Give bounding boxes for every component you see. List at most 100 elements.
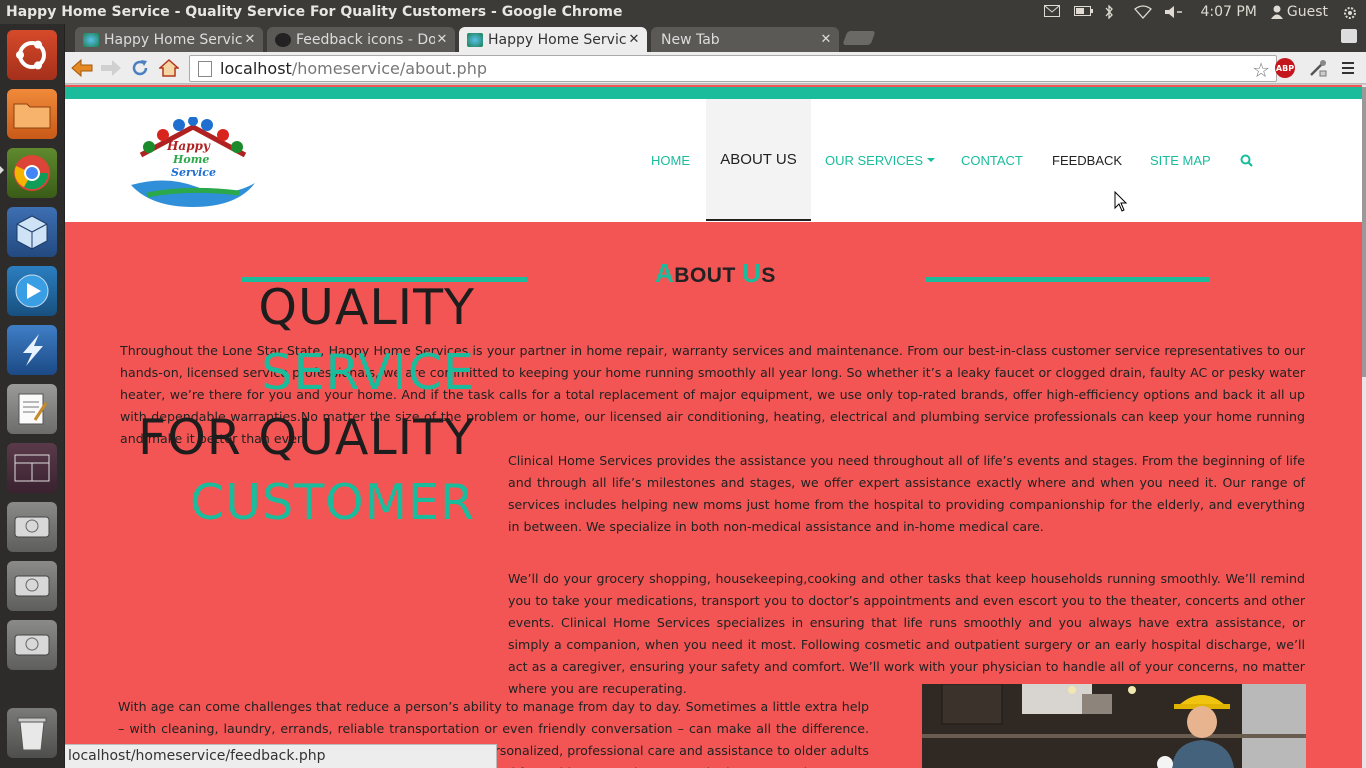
ubuntu-logo-icon [16,40,46,70]
text-editor-launcher[interactable] [7,384,57,434]
slogan-line-1: QUALITY [258,279,475,336]
workspace-switcher-launcher[interactable] [7,443,57,493]
extension-icon[interactable] [1308,58,1328,78]
storm-launcher[interactable] [7,325,57,375]
close-icon[interactable]: ✕ [243,32,257,47]
profile-icon[interactable] [1341,29,1357,43]
about-us-title: ABOUT US [655,258,776,288]
virtualbox-launcher[interactable] [7,207,57,257]
reload-icon [132,60,148,76]
browser-toolbar: localhost/homeservice/about.php ☆ ABP [65,52,1366,84]
drive-launcher-2[interactable] [7,561,57,611]
slogan-line-2: SERVICE [261,344,475,401]
services-paragraph: Clinical Home Services provides the assi… [508,453,1305,534]
nav-search[interactable] [1240,99,1253,221]
page-viewport: Happy Home Service HOME ABOUT US OUR SER… [65,85,1362,768]
close-icon[interactable]: ✕ [435,32,449,47]
logo-word-service: Service [171,166,217,179]
chrome-icon [14,155,50,191]
tab-happy-home-active[interactable]: Happy Home Service ✕ [459,27,647,52]
files-launcher[interactable] [7,89,57,139]
slogan-line-3: FOR QUALITY [138,409,475,466]
adblock-icon[interactable]: ABP [1275,58,1295,78]
url-host: localhost [220,59,292,78]
status-bubble: localhost/homeservice/feedback.php [65,744,497,768]
tab-label: New Tab [661,31,720,48]
close-icon[interactable]: ✕ [627,32,641,47]
media-player-launcher[interactable] [7,266,57,316]
forward-button[interactable] [99,56,123,80]
battery-icon[interactable] [1074,5,1094,19]
back-button[interactable] [70,56,94,80]
tab-new-tab[interactable]: New Tab ✕ [651,27,839,52]
feedback-favicon [275,32,291,47]
nav-home[interactable]: HOME [651,99,690,221]
nav-about-us[interactable]: ABOUT US [706,99,811,221]
play-icon [15,274,49,308]
menu-icon[interactable] [1341,60,1355,74]
hard-drive-icon [14,634,50,656]
volume-icon[interactable] [1164,5,1183,19]
gear-icon[interactable] [1342,5,1358,19]
new-tab-button[interactable] [842,31,876,45]
heading-rule-right [925,277,1210,282]
user-name: Guest [1286,4,1328,20]
nav-site-map[interactable]: SITE MAP [1150,99,1211,221]
wifi-icon[interactable] [1134,5,1153,19]
drive-launcher-1[interactable] [7,502,57,552]
reload-button[interactable] [128,56,152,80]
cube-icon [16,215,48,250]
logo-word-happy: Happy [167,139,210,153]
back-arrow-icon [71,59,93,77]
browser-window: Happy Home Service ✕ Feedback icons - Do… [65,24,1366,768]
address-bar[interactable]: localhost/homeservice/about.php ☆ [189,55,1277,82]
window-title: Happy Home Service - Quality Service For… [6,4,623,20]
home-button[interactable] [157,56,181,80]
site-logo[interactable]: Happy Home Service [127,116,259,209]
folder-icon [13,103,51,129]
nav-feedback[interactable]: FEEDBACK [1052,99,1122,221]
scrollbar-thumb[interactable] [1362,87,1366,377]
close-icon[interactable]: ✕ [819,32,833,47]
tab-feedback-icons[interactable]: Feedback icons - Dow ✕ [267,27,455,52]
handyman-photo [922,684,1306,768]
tasks-paragraph: We’ll do your grocery shopping, housekee… [508,571,1305,696]
nav-contact[interactable]: CONTACT [961,99,1023,221]
nav-our-services-label: OUR SERVICES [825,152,924,168]
clock[interactable]: 4:07 PM [1194,4,1256,20]
notepad-icon [18,393,48,425]
tab-label: Happy Home Service [104,31,243,48]
bluetooth-icon[interactable] [1104,4,1120,20]
trash-launcher[interactable] [7,708,57,758]
site-header: Happy Home Service HOME ABOUT US OUR SER… [65,99,1362,222]
system-tray: 4:07 PM Guest [1044,4,1366,20]
drive-launcher-3[interactable] [7,620,57,670]
happy-home-favicon [83,32,99,47]
chrome-launcher[interactable] [7,148,57,198]
top-accent-bar [65,87,1362,99]
search-icon [1240,154,1253,167]
caret-down-icon [927,158,936,162]
worker-in-kitchen-image [922,684,1306,768]
home-icon [159,59,179,77]
ubuntu-dash-button[interactable] [7,30,57,80]
page-scrollbar[interactable] [1362,85,1366,768]
mouse-pointer [1114,190,1128,217]
happy-home-favicon [467,32,483,47]
tab-strip: Happy Home Service ✕ Feedback icons - Do… [65,24,1366,52]
workspaces-icon [14,454,50,482]
hard-drive-icon [14,575,50,597]
nav-our-services[interactable]: OUR SERVICES [825,99,936,221]
tab-label: Feedback icons - Dow [296,31,435,48]
mail-icon[interactable] [1044,5,1061,19]
tab-happy-home-1[interactable]: Happy Home Service ✕ [75,27,263,52]
unity-launcher [0,24,65,768]
running-indicator [0,166,4,174]
bookmark-star-icon[interactable]: ☆ [1252,58,1270,82]
trash-icon [17,717,47,751]
lightning-icon [23,334,43,366]
page-icon [198,60,212,77]
slogan-block: QUALITY SERVICE FOR QUALITY CUSTOMER [125,275,475,535]
user-menu[interactable]: Guest [1270,4,1328,20]
user-icon [1270,5,1283,19]
